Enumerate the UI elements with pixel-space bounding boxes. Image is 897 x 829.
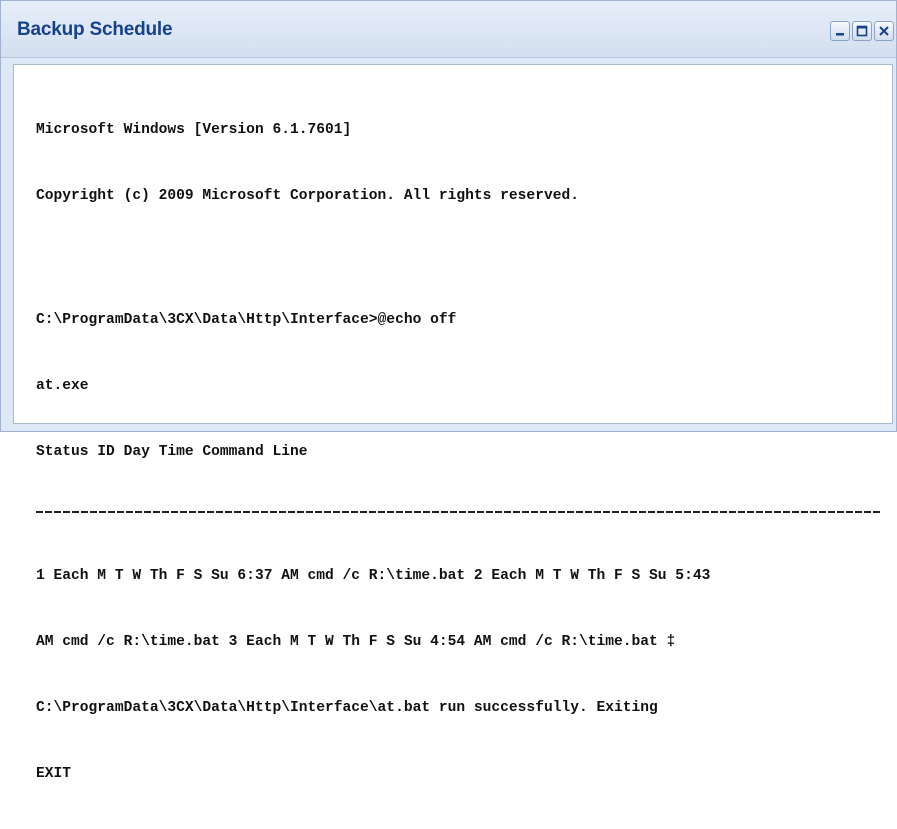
maximize-button[interactable] xyxy=(852,21,872,41)
close-button[interactable] xyxy=(874,21,894,41)
console-line: C:\ProgramData\3CX\Data\Http\Interface\a… xyxy=(36,700,658,716)
backup-schedule-window: Backup Schedule Microsoft Windows [Versi… xyxy=(0,0,897,782)
window-controls xyxy=(830,21,894,41)
maximize-icon xyxy=(856,25,868,37)
window-title: Backup Schedule xyxy=(17,19,173,40)
minimize-button[interactable] xyxy=(830,21,850,41)
console-line: 1 Each M T W Th F S Su 6:37 AM cmd /c R:… xyxy=(36,568,711,584)
console-text: Microsoft Windows [Version 6.1.7601] Cop… xyxy=(36,75,886,829)
minimize-icon xyxy=(836,33,844,36)
console-line: at.exe xyxy=(36,378,89,394)
close-icon xyxy=(879,26,889,36)
console-line: Microsoft Windows [Version 6.1.7601] xyxy=(36,122,352,138)
console-line: AM cmd /c R:\time.bat 3 Each M T W Th F … xyxy=(36,634,676,650)
console-line: Copyright (c) 2009 Microsoft Corporation… xyxy=(36,188,579,204)
console-output-panel: Microsoft Windows [Version 6.1.7601] Cop… xyxy=(13,64,893,782)
console-line: C:\ProgramData\3CX\Data\Http\Interface>@… xyxy=(36,312,457,328)
console-line: EXIT xyxy=(36,766,72,782)
console-line: Status ID Day Time Command Line xyxy=(36,444,308,460)
window-titlebar[interactable]: Backup Schedule xyxy=(1,1,896,58)
console-separator-rule xyxy=(36,511,880,513)
